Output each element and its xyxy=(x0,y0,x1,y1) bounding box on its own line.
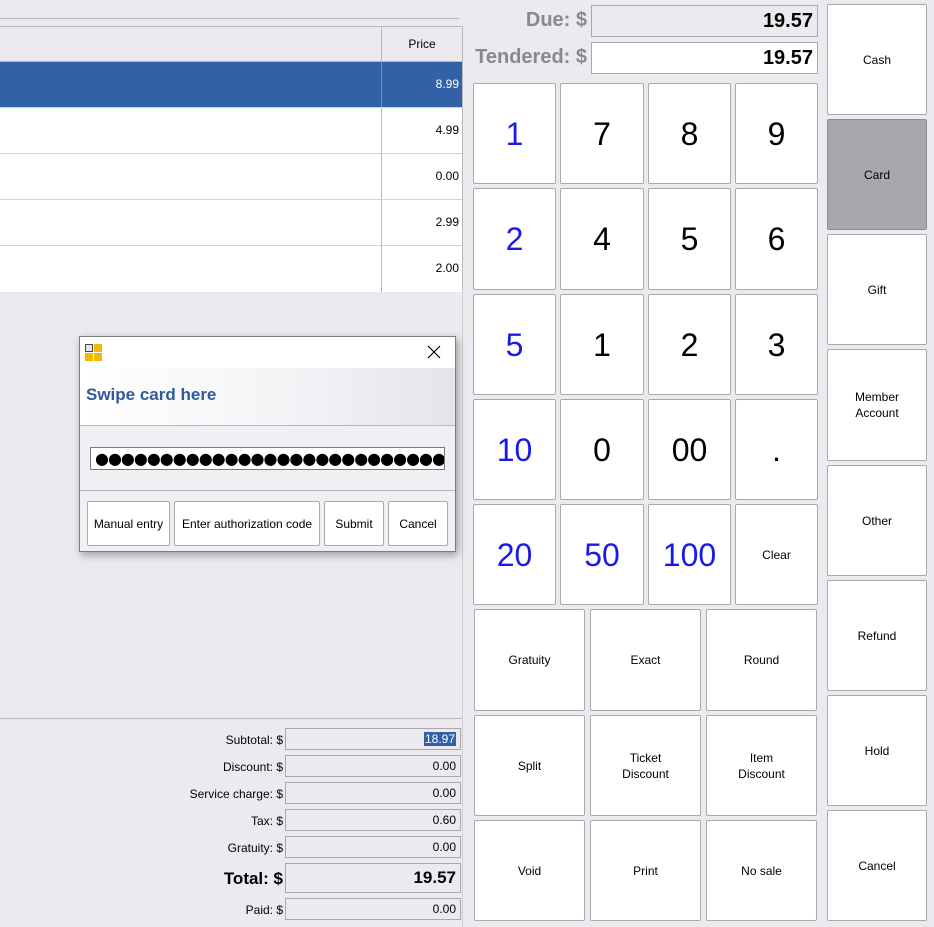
print-button[interactable]: Print xyxy=(590,820,701,921)
table-row[interactable]: 4.99 xyxy=(0,108,462,154)
digit-6-button[interactable]: 6 xyxy=(735,188,818,290)
gratuity-field[interactable]: 0.00 xyxy=(285,836,461,858)
exact-button[interactable]: Exact xyxy=(590,609,701,711)
round-button[interactable]: Round xyxy=(706,609,817,711)
swipe-card-dialog: Swipe card here ●●●●●●●●●●●●●●●●●●●●●●●●… xyxy=(79,336,456,552)
member-account-button[interactable]: Member Account xyxy=(827,349,927,461)
paid-label: Paid: $ xyxy=(245,903,283,917)
clear-button[interactable]: Clear xyxy=(735,504,818,605)
price-cell: 4.99 xyxy=(381,108,462,153)
masked-card-data: ●●●●●●●●●●●●●●●●●●●●●●●●●●●●●●● xyxy=(95,449,445,468)
digit-1-button[interactable]: 1 xyxy=(560,294,644,395)
split-button[interactable]: Split xyxy=(474,715,585,816)
manual-entry-button[interactable]: Manual entry xyxy=(87,501,170,546)
dialog-heading: Swipe card here xyxy=(86,385,217,404)
price-column-header[interactable]: Price xyxy=(381,27,462,62)
double-zero-button[interactable]: 00 xyxy=(648,399,731,500)
subtotal-field[interactable]: 18.97 xyxy=(285,728,461,750)
dialog-titlebar[interactable] xyxy=(80,337,455,368)
digit-4-button[interactable]: 4 xyxy=(560,188,644,290)
panel-divider xyxy=(462,290,463,927)
tax-label: Tax: $ xyxy=(250,814,283,828)
top-divider xyxy=(0,18,459,19)
enter-authorization-code-button[interactable]: Enter authorization code xyxy=(174,501,320,546)
quick-amount-5-button[interactable]: 5 xyxy=(473,294,556,395)
order-table[interactable]: Price 8.99 4.99 0.00 2.99 2.00 xyxy=(0,26,463,292)
digit-3-button[interactable]: 3 xyxy=(735,294,818,395)
ticket-discount-button[interactable]: Ticket Discount xyxy=(590,715,701,816)
hold-button[interactable]: Hold xyxy=(827,695,927,806)
service-charge-label: Service charge: $ xyxy=(189,787,283,801)
price-cell: 2.99 xyxy=(381,200,462,245)
tendered-field[interactable]: 19.57 xyxy=(591,42,818,74)
price-cell: 2.00 xyxy=(381,246,462,292)
quick-amount-100-button[interactable]: 100 xyxy=(648,504,731,605)
digit-9-button[interactable]: 9 xyxy=(735,83,818,184)
service-charge-field[interactable]: 0.00 xyxy=(285,782,461,804)
subtotal-label: Subtotal: $ xyxy=(225,733,283,747)
digit-7-button[interactable]: 7 xyxy=(560,83,644,184)
subtotal-value: 18.97 xyxy=(423,732,456,746)
tendered-label: Tendered: $ xyxy=(475,46,587,68)
submit-button[interactable]: Submit xyxy=(324,501,384,546)
refund-button[interactable]: Refund xyxy=(827,580,927,691)
discount-field[interactable]: 0.00 xyxy=(285,755,461,777)
total-field[interactable]: 19.57 xyxy=(285,863,461,893)
card-data-input[interactable]: ●●●●●●●●●●●●●●●●●●●●●●●●●●●●●●● xyxy=(90,447,445,470)
digit-8-button[interactable]: 8 xyxy=(648,83,731,184)
other-button[interactable]: Other xyxy=(827,465,927,576)
price-cell: 8.99 xyxy=(381,62,462,107)
cancel-transaction-button[interactable]: Cancel xyxy=(827,810,927,921)
quick-amount-10-button[interactable]: 10 xyxy=(473,399,556,500)
card-button[interactable]: Card xyxy=(827,119,927,230)
decimal-point-button[interactable]: . xyxy=(735,399,818,500)
paid-field[interactable]: 0.00 xyxy=(285,898,461,920)
quick-amount-2-button[interactable]: 2 xyxy=(473,188,556,290)
no-sale-button[interactable]: No sale xyxy=(706,820,817,921)
void-button[interactable]: Void xyxy=(474,820,585,921)
cash-button[interactable]: Cash xyxy=(827,4,927,115)
quick-amount-50-button[interactable]: 50 xyxy=(560,504,644,605)
gift-button[interactable]: Gift xyxy=(827,234,927,345)
tax-field[interactable]: 0.60 xyxy=(285,809,461,831)
dialog-body: ●●●●●●●●●●●●●●●●●●●●●●●●●●●●●●● xyxy=(80,427,455,491)
table-row[interactable]: 0.00 xyxy=(0,154,462,200)
digit-0-button[interactable]: 0 xyxy=(560,399,644,500)
item-discount-button[interactable]: Item Discount xyxy=(706,715,817,816)
totals-divider xyxy=(0,718,462,719)
due-label: Due: $ xyxy=(525,9,587,31)
table-header: Price xyxy=(0,27,462,62)
total-label: Total: $ xyxy=(223,869,283,888)
gratuity-button[interactable]: Gratuity xyxy=(474,609,585,711)
dialog-header: Swipe card here xyxy=(80,368,455,426)
gratuity-label: Gratuity: $ xyxy=(227,841,283,855)
quick-amount-1-button[interactable]: 1 xyxy=(473,83,556,184)
table-row[interactable]: 2.00 xyxy=(0,246,462,292)
quick-amount-20-button[interactable]: 20 xyxy=(473,504,556,605)
dialog-cancel-button[interactable]: Cancel xyxy=(388,501,448,546)
table-row[interactable]: 8.99 xyxy=(0,62,462,108)
app-icon xyxy=(85,344,102,361)
table-row[interactable]: 2.99 xyxy=(0,200,462,246)
digit-2-button[interactable]: 2 xyxy=(648,294,731,395)
close-icon[interactable] xyxy=(424,342,444,362)
digit-5-button[interactable]: 5 xyxy=(648,188,731,290)
due-field: 19.57 xyxy=(591,5,818,37)
price-cell: 0.00 xyxy=(381,154,462,199)
discount-label: Discount: $ xyxy=(222,760,283,774)
